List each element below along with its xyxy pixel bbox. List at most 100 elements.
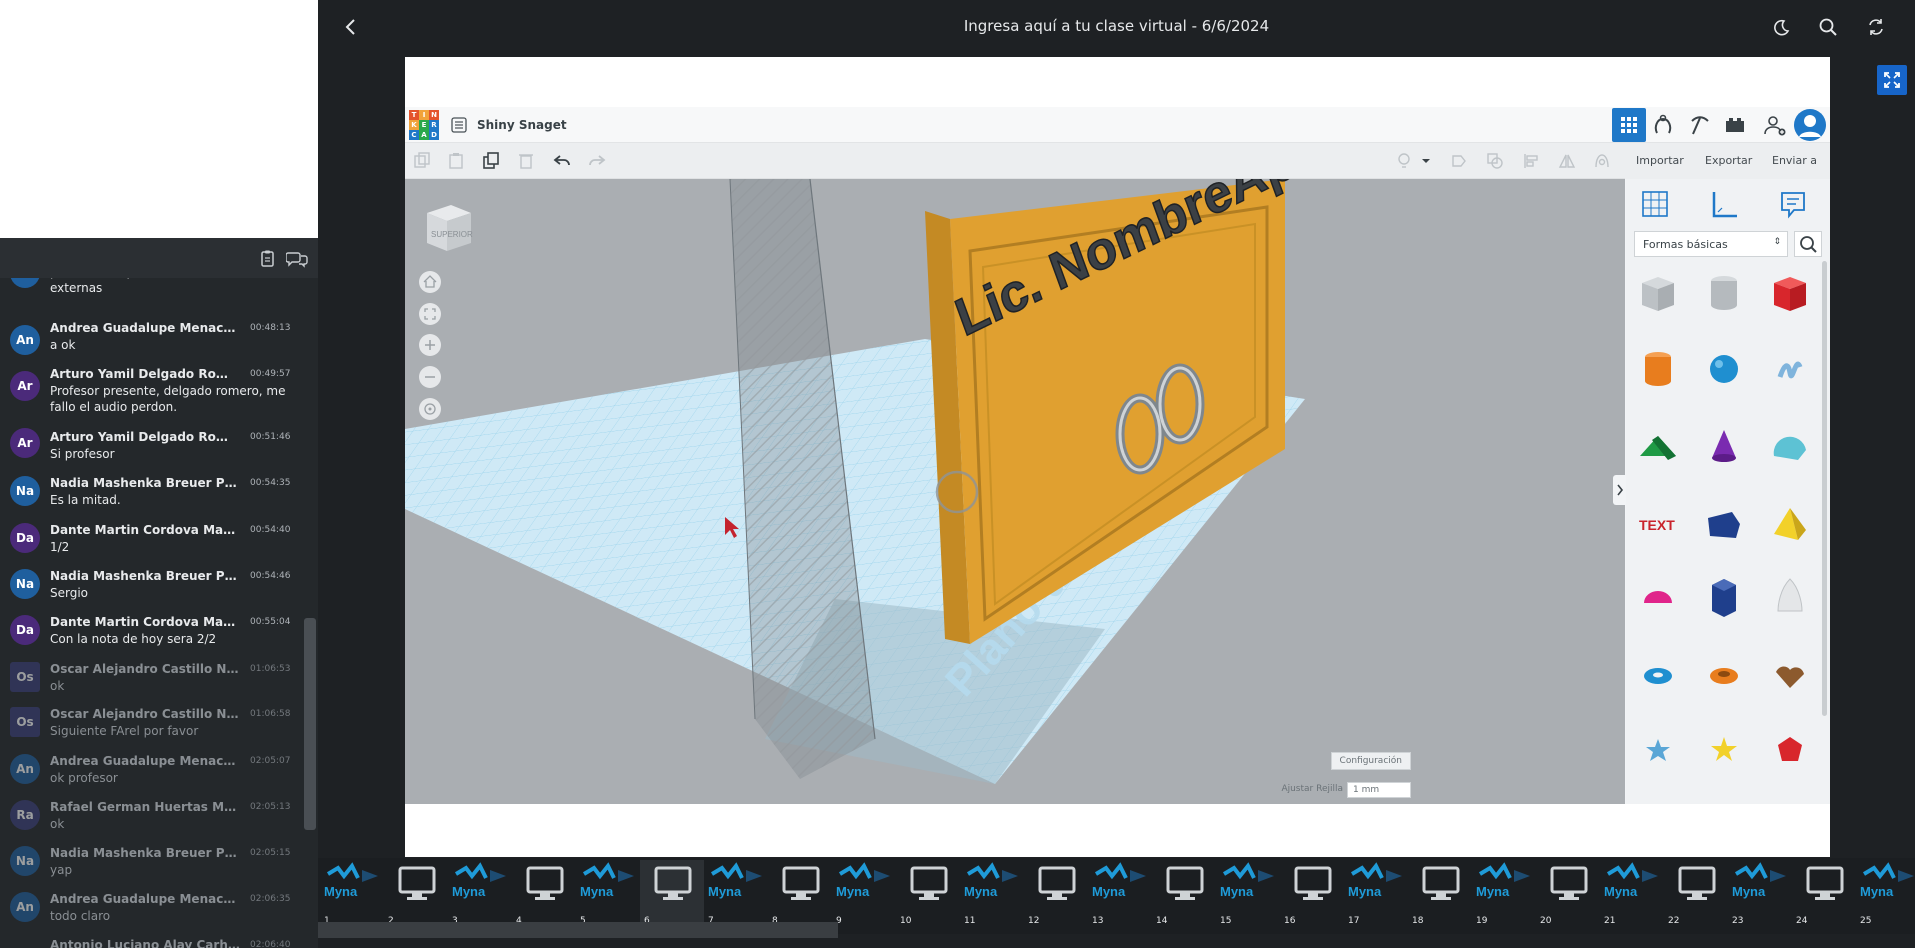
user-avatar-icon[interactable] — [1794, 109, 1826, 141]
shape-pyramid[interactable] — [1764, 494, 1816, 554]
shape-cylinder[interactable] — [1632, 339, 1684, 399]
copy-icon[interactable] — [413, 152, 431, 170]
add-user-icon[interactable] — [1763, 113, 1787, 137]
shape-star-blue[interactable] — [1632, 719, 1684, 779]
slide-thumbnail[interactable]: Myna 3 — [448, 860, 512, 926]
shapes-scrollbar[interactable] — [1822, 261, 1827, 716]
design-name[interactable]: Shiny Snaget — [477, 118, 567, 132]
chat-scrollbar[interactable] — [304, 618, 316, 830]
bricks-icon[interactable] — [1724, 115, 1746, 135]
chat-message-list[interactable]: profesor me puede derivar a la salas ext… — [0, 278, 318, 948]
shape-torus[interactable] — [1632, 644, 1684, 704]
slide-thumbnail[interactable]: Myna 17 — [1344, 860, 1408, 926]
import-button[interactable]: Importar — [1636, 154, 1684, 167]
filmstrip-scrollbar[interactable] — [318, 922, 838, 938]
zoom-out-icon[interactable] — [419, 366, 441, 388]
slide-thumbnail[interactable]: Myna 23 — [1728, 860, 1792, 926]
snap-grid-select[interactable]: 1 mm — [1347, 782, 1411, 798]
shape-round-roof[interactable] — [1764, 416, 1816, 476]
slide-thumbnail[interactable]: Myna 11 — [960, 860, 1024, 926]
cruise-icon[interactable] — [1593, 152, 1611, 170]
slide-thumbnail[interactable]: 14 — [1152, 860, 1216, 926]
delete-icon[interactable] — [517, 152, 535, 170]
slide-thumbnail[interactable]: 6 — [640, 860, 704, 926]
slide-thumbnail[interactable]: 8 — [768, 860, 832, 926]
shape-box[interactable] — [1764, 263, 1816, 323]
shape-gem[interactable] — [1764, 719, 1816, 779]
shape-polygon[interactable] — [1698, 494, 1750, 554]
workplane-viewport[interactable]: Plano de trabajo Lic. NombreApellido — [405, 179, 1625, 804]
send-to-button[interactable]: Enviar a — [1772, 154, 1817, 167]
refresh-icon[interactable] — [1865, 16, 1887, 38]
ruler-icon[interactable] — [1710, 189, 1740, 219]
slide-thumbnail[interactable]: 22 — [1664, 860, 1728, 926]
slide-thumbnail[interactable]: 18 — [1408, 860, 1472, 926]
perspective-icon[interactable] — [419, 398, 441, 420]
paste-icon[interactable] — [447, 152, 465, 170]
shape-box-hole[interactable] — [1632, 263, 1684, 323]
clipboard-icon[interactable] — [258, 250, 278, 268]
search-icon[interactable] — [1817, 16, 1839, 38]
chat-author: Oscar Alejandro Castillo Naveda — [50, 662, 240, 676]
shape-heart[interactable] — [1764, 644, 1816, 704]
shape-category-select[interactable]: Formas básicas ⇕ — [1634, 231, 1788, 257]
slide-thumbnail[interactable]: Myna 7 — [704, 860, 768, 926]
slide-thumbnail[interactable]: Myna 1 — [320, 860, 384, 926]
slide-thumbnail[interactable]: 24 — [1792, 860, 1856, 926]
panel-collapse-handle[interactable] — [1613, 475, 1625, 505]
shape-star[interactable] — [1698, 719, 1750, 779]
shape-hexagonal-prism[interactable] — [1698, 567, 1750, 627]
avatar: Na — [10, 569, 40, 599]
pickaxe-icon[interactable] — [1688, 113, 1712, 137]
slide-thumbnail[interactable]: Myna 19 — [1472, 860, 1536, 926]
logo-letter: T — [409, 110, 419, 120]
shape-text[interactable]: TEXT — [1632, 494, 1684, 554]
slide-thumbnail[interactable]: Myna 21 — [1600, 860, 1664, 926]
shape-roof[interactable] — [1632, 416, 1684, 476]
shape-paraboloid[interactable] — [1764, 567, 1816, 627]
blocks-icon[interactable] — [1651, 113, 1675, 137]
menu-list-icon[interactable] — [451, 117, 467, 133]
slide-thumbnail[interactable]: 2 — [384, 860, 448, 926]
dropdown-caret-icon[interactable] — [1417, 152, 1435, 170]
settings-button[interactable]: Configuración — [1330, 752, 1411, 770]
slide-thumbnail[interactable]: Myna 9 — [832, 860, 896, 926]
redo-icon[interactable] — [588, 152, 606, 170]
shape-cone[interactable] — [1698, 416, 1750, 476]
group-icon[interactable] — [1450, 152, 1468, 170]
search-icon[interactable] — [1794, 231, 1822, 257]
slide-thumbnail[interactable]: Myna 5 — [576, 860, 640, 926]
align-icon[interactable] — [1522, 152, 1540, 170]
slide-thumbnail[interactable]: 20 — [1536, 860, 1600, 926]
moon-icon[interactable] — [1770, 16, 1792, 38]
slide-thumbnail[interactable]: Myna 13 — [1088, 860, 1152, 926]
monitor-icon — [1294, 866, 1332, 900]
fullscreen-icon[interactable] — [1877, 65, 1907, 95]
fit-view-icon[interactable] — [419, 303, 441, 325]
undo-icon[interactable] — [553, 152, 571, 170]
lightbulb-icon[interactable] — [1395, 152, 1413, 170]
home-view-icon[interactable] — [419, 271, 441, 293]
chat-bubbles-icon[interactable] — [285, 250, 308, 268]
shape-scribble[interactable] — [1764, 339, 1816, 399]
slide-thumbnail[interactable]: 12 — [1024, 860, 1088, 926]
slide-thumbnail[interactable]: 4 — [512, 860, 576, 926]
shape-cylinder-hole[interactable] — [1698, 263, 1750, 323]
view-cube[interactable]: SUPERIOR — [421, 199, 477, 255]
ungroup-icon[interactable] — [1486, 152, 1504, 170]
slide-thumbnail[interactable]: Myna 25 — [1856, 860, 1915, 926]
shape-tube[interactable] — [1698, 644, 1750, 704]
shape-sphere[interactable] — [1698, 339, 1750, 399]
chat-message: An Andrea Guadalupe Menacho Rodr... 02:0… — [0, 754, 300, 790]
mirror-icon[interactable] — [1558, 152, 1576, 170]
zoom-in-icon[interactable] — [419, 334, 441, 356]
shape-half-sphere[interactable] — [1632, 567, 1684, 627]
export-button[interactable]: Exportar — [1705, 154, 1752, 167]
grid-view-icon[interactable] — [1612, 108, 1646, 142]
slide-thumbnail[interactable]: 16 — [1280, 860, 1344, 926]
slide-thumbnail[interactable]: Myna 15 — [1216, 860, 1280, 926]
notes-icon[interactable] — [1778, 189, 1808, 219]
slide-thumbnail[interactable]: 10 — [896, 860, 960, 926]
duplicate-icon[interactable] — [482, 152, 500, 170]
workplane-icon[interactable] — [1640, 189, 1670, 219]
